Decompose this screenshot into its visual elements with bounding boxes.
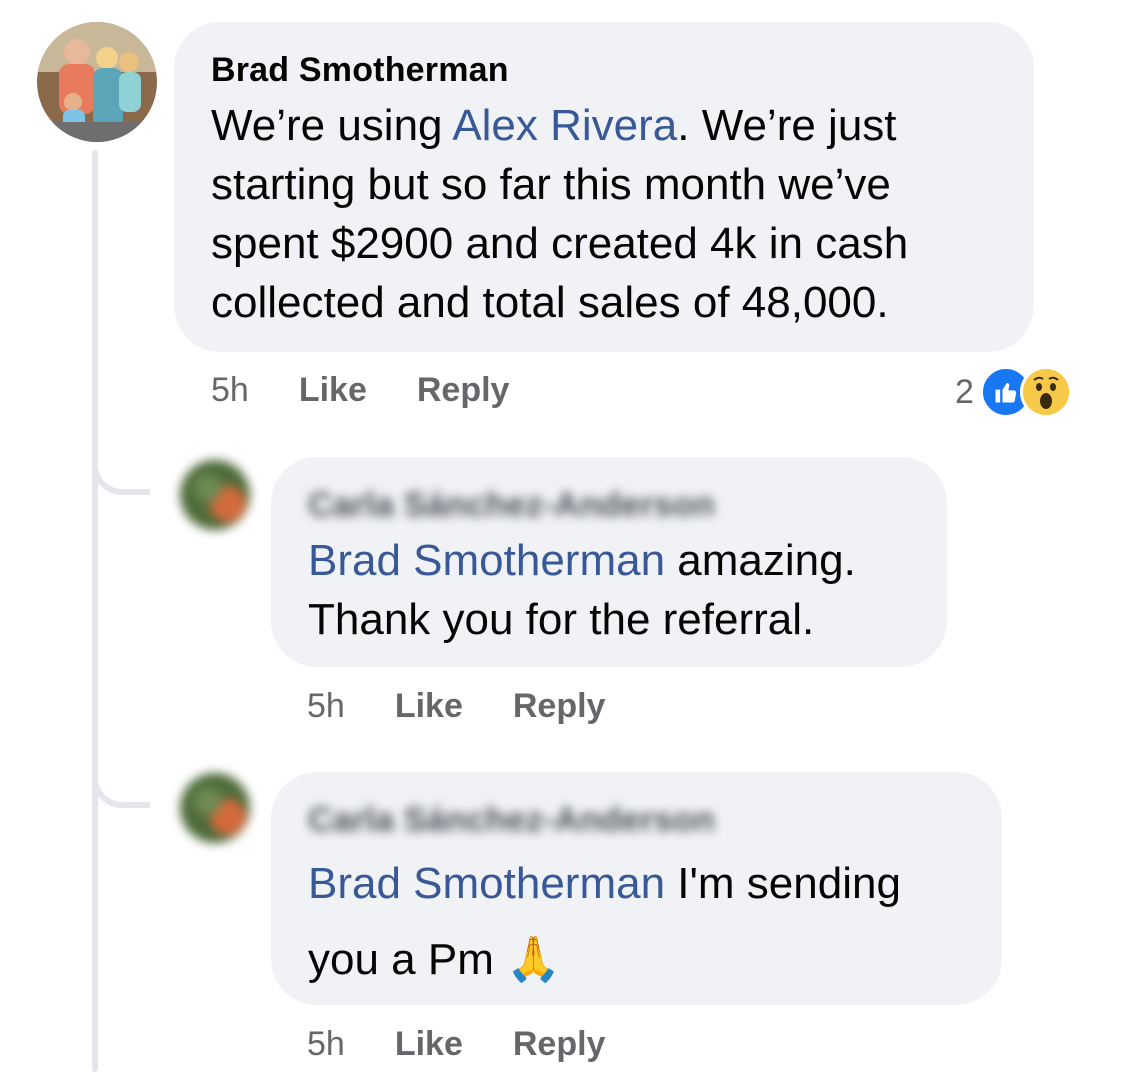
comment-bubble: Brad Smotherman We’re using Alex Rivera.… [174,22,1034,352]
reply-actions: 5h Like Reply [307,685,655,727]
reaction-summary[interactable]: 2 [955,366,1072,418]
comment-author[interactable]: Brad Smotherman [211,50,998,90]
reply-button[interactable]: Reply [513,1025,606,1064]
comment-text-before: We’re using [211,101,453,150]
like-button[interactable]: Like [299,371,367,410]
reply-text: Brad Smotherman amazing. Thank you for t… [308,531,917,649]
reply-button[interactable]: Reply [417,371,510,410]
reply-branch-line [92,768,150,808]
avatar[interactable] [180,773,250,843]
reply-actions: 5h Like Reply [307,1023,655,1065]
profile-photo [180,460,250,530]
like-button[interactable]: Like [395,1025,463,1064]
reply-bubble: Carla Sánchez-Anderson Brad Smotherman I… [271,772,1002,1005]
wow-icon [1019,366,1072,418]
reply-branch-line [92,455,150,495]
reply-timestamp[interactable]: 5h [307,687,345,726]
comment-text: We’re using Alex Rivera. We’re just star… [211,96,998,332]
reply-author[interactable]: Carla Sánchez-Anderson [308,800,972,840]
comment-actions: 5h Like Reply [211,369,559,411]
mention-link[interactable]: Brad Smotherman [308,859,665,908]
reply-timestamp[interactable]: 5h [307,1025,345,1064]
mention-link[interactable]: Alex Rivera [452,101,677,150]
profile-photo [37,22,157,142]
reaction-count: 2 [955,372,974,411]
folded-hands-emoji: 🙏 [506,934,561,985]
profile-photo [180,773,250,843]
reply-text: Brad Smotherman I'm sending you a Pm 🙏 [308,846,972,998]
reply-author[interactable]: Carla Sánchez-Anderson [308,485,917,525]
comment-timestamp[interactable]: 5h [211,371,249,410]
reply-bubble: Carla Sánchez-Anderson Brad Smotherman a… [271,457,947,667]
avatar[interactable] [37,22,157,142]
avatar[interactable] [180,460,250,530]
mention-link[interactable]: Brad Smotherman [308,536,665,585]
thread-line [92,150,98,1072]
like-button[interactable]: Like [395,687,463,726]
reply-button[interactable]: Reply [513,687,606,726]
